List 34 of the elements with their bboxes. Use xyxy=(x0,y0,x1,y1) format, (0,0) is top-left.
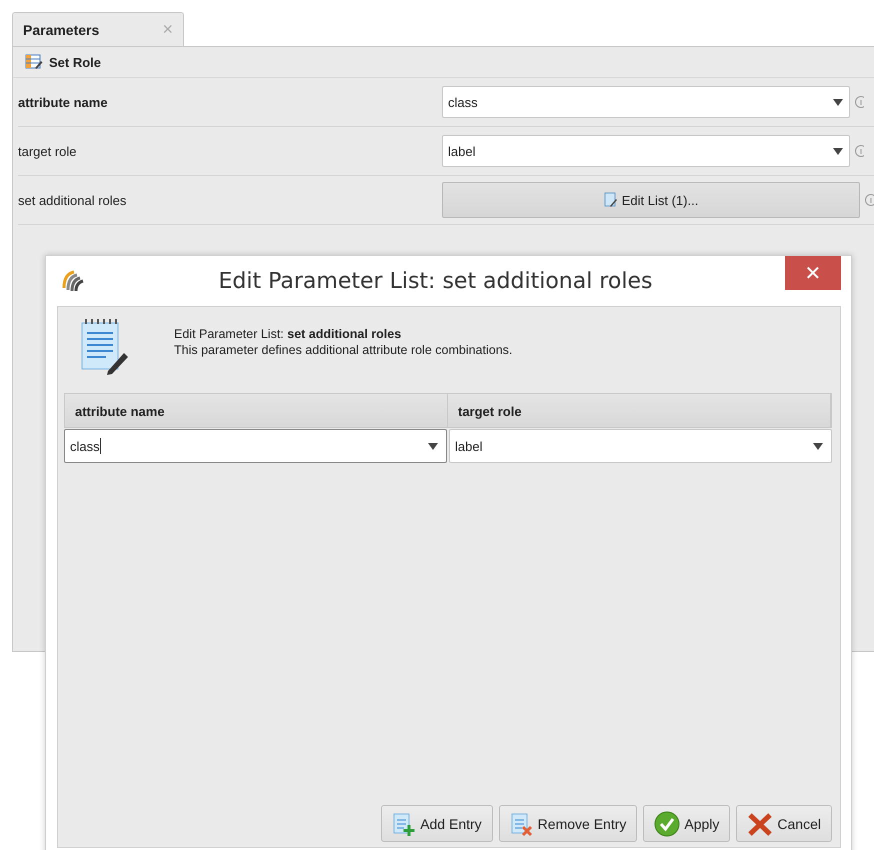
parameter-label: target role xyxy=(18,144,77,158)
caret-icon xyxy=(428,442,438,450)
info-icon[interactable] xyxy=(864,193,874,207)
caret-icon xyxy=(833,98,843,106)
dropdown-field[interactable]: label xyxy=(442,135,850,167)
cross-icon xyxy=(747,810,774,836)
notepad-icon xyxy=(604,192,618,208)
cancel-button[interactable]: Cancel xyxy=(736,805,832,842)
logo-icon xyxy=(60,268,86,294)
dropdown-field[interactable]: class xyxy=(64,429,447,463)
notepad-plus-icon xyxy=(392,810,416,836)
info-icon[interactable] xyxy=(854,144,864,158)
close-button[interactable]: ✕ xyxy=(785,256,841,290)
dialog-title: Edit Parameter List: set additional roles xyxy=(218,268,654,294)
parameters-tab[interactable]: Parameters × xyxy=(12,12,184,46)
checkmark-icon xyxy=(654,810,680,836)
dropdown-field[interactable]: class xyxy=(442,86,850,118)
column-header: target role xyxy=(448,394,831,427)
operator-title: Set Role xyxy=(49,54,102,70)
dropdown-field[interactable]: label xyxy=(449,429,832,463)
apply-button[interactable]: Apply xyxy=(643,805,730,842)
caret-icon xyxy=(833,148,843,154)
caret-icon xyxy=(813,442,823,450)
dialog-heading: Edit Parameter List: set additional roles xyxy=(174,327,402,341)
parameter-label: set additional roles xyxy=(18,192,126,208)
dialog-description: This parameter defines additional attribute role combinations. xyxy=(174,343,512,357)
table-icon xyxy=(25,54,43,70)
column-header: attribute name xyxy=(65,394,448,427)
remove-button[interactable]: Remove Entry xyxy=(498,805,638,842)
edit-list-button[interactable]: Edit List (1)... xyxy=(442,182,860,218)
notepad-cross-icon xyxy=(510,810,534,836)
info-icon[interactable] xyxy=(854,95,864,109)
parameter-label: attribute name xyxy=(18,94,108,110)
add-button[interactable]: Add Entry xyxy=(381,805,493,842)
